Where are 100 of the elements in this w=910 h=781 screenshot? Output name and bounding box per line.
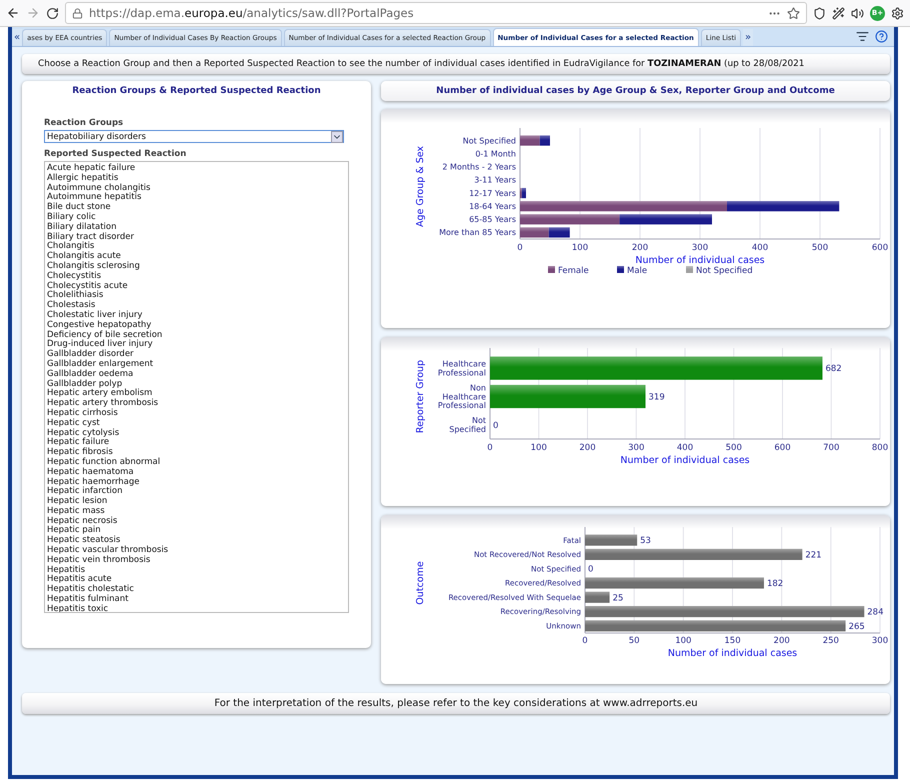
tick-label: 400 [752,243,768,253]
list-item[interactable]: Deficiency of bile secretion [47,330,346,340]
list-item[interactable]: Biliary dilatation [47,222,346,233]
tick-label: 600 [774,443,791,453]
tick-label: 150 [724,636,741,646]
list-item[interactable]: Hepatic function abnormal [47,458,346,468]
tick-label: 100 [530,443,547,453]
bar [520,227,549,238]
tab-scroll-right[interactable]: » [743,29,754,46]
list-item[interactable]: Cholangitis sclerosing [47,262,346,272]
tick-label: 500 [726,443,742,453]
list-item[interactable]: Cholecystitis [47,272,346,282]
list-item[interactable]: Hepatic mass [47,506,346,517]
list-item[interactable]: Hepatic haematoma [47,468,346,478]
tab-scroll-left[interactable]: « [12,29,22,46]
tick-label: 100 [572,243,588,253]
tick-label: 200 [579,443,596,453]
list-item[interactable]: Biliary tract disorder [47,232,346,242]
list-item[interactable]: Cholestatic liver injury [47,310,346,321]
legend-label: Not Specified [696,266,753,276]
list-item[interactable]: Hepatic failure [47,438,346,448]
tick-label: 0 [517,243,523,253]
category-label: Non Healthcare Professional [438,384,486,410]
axis-title: Age Group & Sex [415,146,426,228]
list-item[interactable]: Hepatic vascular thrombosis [47,546,346,556]
list-item[interactable]: Hepatic infarction [47,487,346,498]
axis-title: Number of individual cases [668,648,798,659]
charts-header: Number of individual cases by Age Group & Sex, Reporter Group and Outcome [381,81,890,101]
axis-title: Number of individual cases [635,255,765,266]
list-menu-icon[interactable] [856,30,869,43]
list-item[interactable]: Hepatic haemorrhage [47,478,346,488]
value-label: 221 [805,550,822,560]
list-item[interactable]: Drug-induced liver injury [47,340,346,350]
settings-icon[interactable] [891,6,904,20]
list-item[interactable]: Cholecystitis acute [47,282,346,292]
axis-title: Reporter Group [415,360,426,434]
list-item[interactable]: Gallbladder oedema [47,370,346,380]
value-label: 0 [493,420,498,431]
help-icon[interactable] [875,30,888,43]
tick-label: 600 [872,243,888,253]
shield-icon[interactable] [813,6,826,20]
back-icon[interactable] [6,6,20,20]
tick-label: 200 [632,243,648,253]
list-item[interactable]: Autoimmune cholangitis [47,184,346,194]
list-item[interactable]: Hepatic artery embolism [47,389,346,400]
list-item[interactable]: Hepatic fibrosis [47,448,346,458]
tick-label: 400 [676,443,694,453]
list-item[interactable]: Gallbladder polyp [47,380,346,390]
dropdown-caret-icon [331,130,343,142]
panel-title: Reaction Groups & Reported Suspected Reaction [71,86,322,96]
category-label: Not Specified [462,136,516,146]
reaction-group-dropdown[interactable]: Hepatobiliary disorders [44,130,344,143]
list-item[interactable]: Cholangitis acute [47,252,346,262]
category-label: 0-1 Month [475,150,516,158]
field-label: Reaction Groups [44,118,124,128]
list-item[interactable]: Hepatic cirrhosis [47,408,346,419]
list-item[interactable]: Hepatic cytolysis [47,428,346,438]
list-item[interactable]: Acute hepatic failure [47,164,346,174]
list-item[interactable]: Hepatic cyst [47,418,346,429]
value-label: 319 [648,392,665,402]
list-item[interactable]: Hepatitis cholestatic [47,585,346,596]
list-item[interactable]: Gallbladder enlargement [47,360,346,370]
speaker-icon[interactable] [851,6,864,20]
wand-icon[interactable] [832,6,845,20]
list-item[interactable]: Gallbladder disorder [47,350,346,360]
tick-label: 800 [872,443,888,453]
value-label: 682 [825,364,842,374]
list-item[interactable]: Hepatic steatosis [47,536,346,546]
tick-label: 50 [628,636,640,646]
legend-swatch [617,266,624,273]
category-label: More than 85 Years [439,228,516,238]
list-item[interactable]: Cholangitis [47,242,346,252]
list-item[interactable]: Hepatic vein thrombosis [47,556,346,566]
legend-swatch [548,266,555,273]
lock-icon [72,8,83,18]
tick-label: 300 [872,636,888,646]
list-item[interactable]: Hepatic artery thrombosis [47,399,346,409]
list-item[interactable]: Hepatic pain [47,526,346,536]
list-item[interactable]: Hepatitis fulminant [47,595,346,605]
list-item[interactable]: Hepatitis [47,566,346,576]
list-item[interactable]: Autoimmune hepatitis [47,193,346,204]
category-label: 12-17 Years [469,188,516,198]
list-item[interactable]: Hepatitis acute [47,575,346,586]
list-item[interactable]: Hepatic necrosis [47,516,346,526]
list-item[interactable]: Cholestasis [47,301,346,311]
list-item[interactable]: Allergic hepatitis [47,174,346,184]
star-icon[interactable] [787,6,800,20]
list-item[interactable]: Biliary colic [47,212,346,223]
list-item[interactable]: Cholelithiasis [47,291,346,302]
tick-label: 0 [487,443,493,453]
value-label: 53 [640,536,651,546]
tick-label: 300 [692,243,708,253]
axis-title: Number of individual cases [620,455,750,466]
category-label: 2 Months - 2 Years [442,162,516,172]
list-item[interactable]: Bile duct stone [47,203,346,213]
address-field[interactable]: https://dap.ema.europa.eu/analytics/saw.dll?PortalPages [65,2,807,24]
reload-icon[interactable] [46,6,59,20]
tick-label: 0 [582,636,588,646]
list-item[interactable]: Congestive hepatopathy [47,320,346,331]
list-item[interactable]: Hepatic lesion [47,497,346,507]
